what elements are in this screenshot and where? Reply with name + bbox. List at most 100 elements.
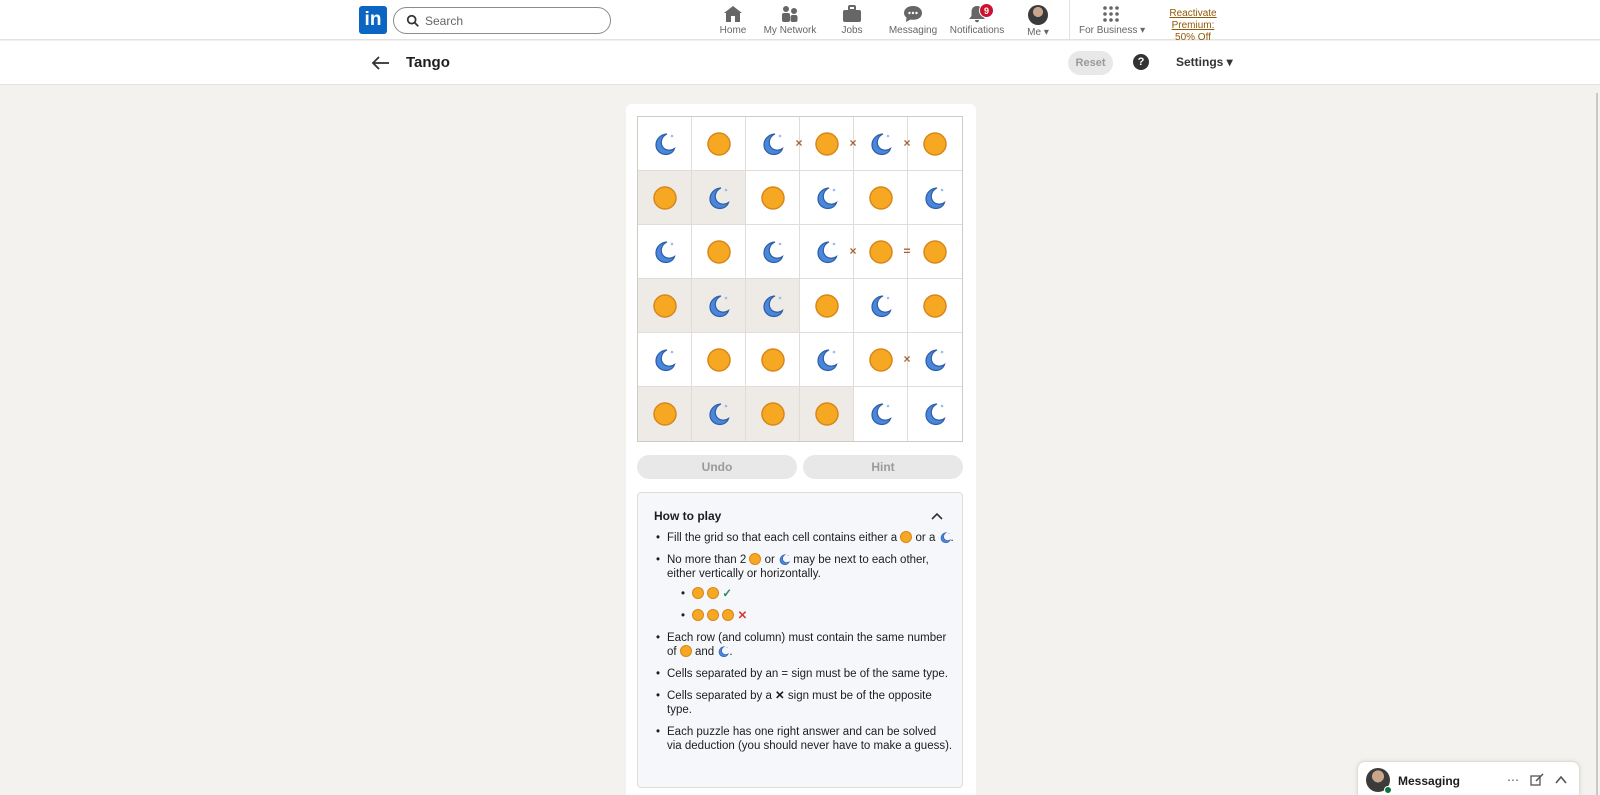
grid-cell[interactable] xyxy=(854,387,908,441)
sun-icon xyxy=(923,293,947,318)
grid-cell[interactable] xyxy=(692,225,746,279)
chevron-up-icon[interactable] xyxy=(1554,773,1568,787)
grid-cell[interactable] xyxy=(908,333,962,387)
moon-icon xyxy=(779,554,790,565)
moon-icon xyxy=(925,403,946,426)
grid-cell[interactable] xyxy=(908,387,962,441)
grid-cell[interactable] xyxy=(746,279,800,333)
sun-icon xyxy=(652,402,677,426)
moon-icon xyxy=(762,294,784,317)
sun-icon xyxy=(707,587,720,599)
grid-cell[interactable] xyxy=(746,333,800,387)
linkedin-logo[interactable]: in xyxy=(359,6,387,34)
grid-cell[interactable] xyxy=(638,387,692,441)
nav-me[interactable]: Me ▾ xyxy=(1024,3,1052,39)
grid-cell[interactable] xyxy=(908,225,962,279)
cross-sign-icon: × xyxy=(795,136,803,150)
grid-cell[interactable] xyxy=(800,387,854,441)
rule-deduction: Each puzzle has one right answer and can… xyxy=(654,725,954,753)
avatar xyxy=(1028,5,1048,25)
grid-cell[interactable] xyxy=(746,171,800,225)
example-list: ✓ ✕ xyxy=(679,587,954,623)
scrollbar[interactable] xyxy=(1596,93,1598,795)
example-invalid: ✕ xyxy=(679,609,954,623)
grid-cell[interactable] xyxy=(638,279,692,333)
nav-home[interactable]: Home xyxy=(714,3,752,39)
grid-cell[interactable] xyxy=(854,279,908,333)
grid-cell[interactable] xyxy=(638,225,692,279)
grid-cell[interactable] xyxy=(692,387,746,441)
grid-cell[interactable] xyxy=(908,117,962,171)
reactivate-premium-link[interactable]: Reactivate Premium: 50% Off xyxy=(1148,8,1238,44)
home-icon xyxy=(724,6,742,22)
nav-messaging-label: Messaging xyxy=(888,25,938,36)
undo-button[interactable]: Undo xyxy=(637,455,797,479)
settings-dropdown[interactable]: Settings ▾ xyxy=(1176,55,1233,69)
how-to-play-title: How to play xyxy=(654,509,722,523)
sun-icon xyxy=(692,609,704,621)
grid-cell[interactable] xyxy=(854,171,908,225)
cross-sign-icon: ✕ xyxy=(775,690,785,702)
rule-adjacent: No more than 2 or may be next to each ot… xyxy=(654,553,954,623)
sun-icon xyxy=(868,239,893,264)
grid-cell[interactable] xyxy=(638,171,692,225)
grid-cell[interactable] xyxy=(746,225,800,279)
grid-icon xyxy=(1103,6,1119,22)
nav-notifications[interactable]: 9 Notifications xyxy=(948,3,1006,39)
nav-divider xyxy=(1069,0,1070,40)
grid-cell[interactable] xyxy=(800,171,854,225)
grid-cell[interactable] xyxy=(638,117,692,171)
grid-cell[interactable] xyxy=(692,171,746,225)
sun-icon xyxy=(814,131,839,156)
grid-cell[interactable] xyxy=(908,171,962,225)
nav-my-network[interactable]: My Network xyxy=(763,3,817,39)
grid-cell[interactable] xyxy=(800,279,854,333)
sun-icon xyxy=(652,293,677,318)
compose-icon[interactable] xyxy=(1530,773,1544,787)
search-box[interactable]: Search xyxy=(393,7,611,34)
online-status-icon xyxy=(1384,786,1392,794)
grid-cell[interactable] xyxy=(638,333,692,387)
nav-for-business[interactable]: For Business ▾ xyxy=(1079,3,1146,39)
more-options-icon[interactable]: ⋯ xyxy=(1506,773,1520,787)
sun-icon xyxy=(760,402,785,426)
check-icon: ✓ xyxy=(722,588,733,600)
top-nav: in Search Home My Network Jobs Messaging… xyxy=(0,0,1600,43)
moon-icon xyxy=(762,132,784,155)
moon-icon xyxy=(816,186,838,209)
help-icon[interactable]: ? xyxy=(1133,54,1149,70)
nav-messaging[interactable]: Messaging xyxy=(888,3,938,39)
cross-sign-icon: × xyxy=(849,244,857,258)
moon-icon xyxy=(708,294,730,317)
sun-icon xyxy=(707,609,720,621)
grid-cell[interactable] xyxy=(692,279,746,333)
equal-sign-icon: = xyxy=(903,244,911,258)
sun-icon xyxy=(923,239,947,264)
network-icon xyxy=(782,6,798,22)
moon-icon xyxy=(654,132,676,155)
reset-button[interactable]: Reset xyxy=(1068,51,1113,75)
dock-title: Messaging xyxy=(1398,774,1461,788)
nav-jobs-label: Jobs xyxy=(841,25,863,36)
sun-icon xyxy=(652,185,677,210)
nav-notifications-label: Notifications xyxy=(949,25,1005,36)
nav-for-business-label: For Business ▾ xyxy=(1079,25,1146,36)
grid-cell[interactable] xyxy=(692,333,746,387)
moon-icon xyxy=(708,186,730,209)
moon-icon xyxy=(719,646,730,657)
sun-icon xyxy=(814,402,839,426)
hint-button[interactable]: Hint xyxy=(803,455,963,479)
grid-cell[interactable] xyxy=(800,333,854,387)
messaging-dock[interactable]: Messaging ⋯ xyxy=(1357,761,1580,795)
back-arrow-icon[interactable] xyxy=(370,52,392,74)
chevron-up-icon[interactable] xyxy=(930,509,944,523)
moon-icon xyxy=(816,240,838,263)
grid-cell[interactable] xyxy=(908,279,962,333)
sun-icon xyxy=(706,239,731,264)
chat-icon xyxy=(904,6,922,22)
nav-jobs[interactable]: Jobs xyxy=(834,3,870,39)
grid-cell[interactable] xyxy=(692,117,746,171)
grid-cell[interactable] xyxy=(746,387,800,441)
search-input[interactable]: Search xyxy=(425,14,463,28)
sun-icon xyxy=(760,347,785,372)
